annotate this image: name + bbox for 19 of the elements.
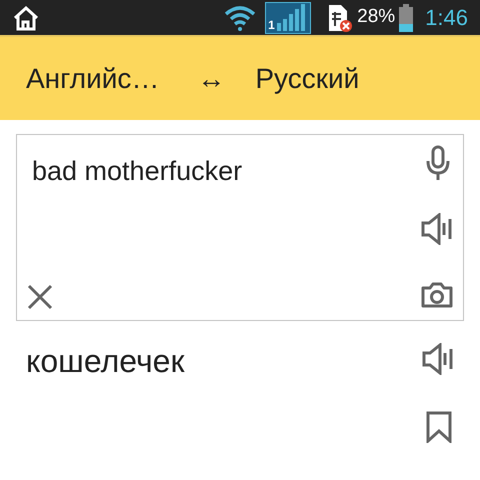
sim-card-icon bbox=[327, 4, 354, 32]
wifi-icon bbox=[223, 4, 258, 32]
clear-icon[interactable] bbox=[27, 284, 53, 310]
target-language[interactable]: Русский bbox=[255, 58, 360, 100]
speaker-icon[interactable] bbox=[422, 343, 454, 375]
swap-languages-button[interactable]: ↔ bbox=[197, 58, 226, 100]
camera-icon[interactable] bbox=[421, 282, 453, 308]
home-icon[interactable] bbox=[12, 4, 40, 30]
input-field[interactable]: bad motherfucker bbox=[16, 134, 464, 321]
translation-text: кошелечек bbox=[26, 342, 184, 381]
speaker-icon[interactable] bbox=[421, 213, 453, 245]
input-text[interactable]: bad motherfucker bbox=[32, 151, 242, 192]
battery-icon bbox=[399, 4, 414, 32]
bookmark-icon[interactable] bbox=[426, 411, 452, 443]
clock: 1:46 bbox=[425, 4, 468, 32]
battery-percentage: 28% bbox=[357, 5, 396, 30]
source-language[interactable]: Английс… bbox=[26, 58, 160, 100]
microphone-icon[interactable] bbox=[425, 145, 451, 181]
signal-icon: 1 bbox=[265, 2, 312, 34]
